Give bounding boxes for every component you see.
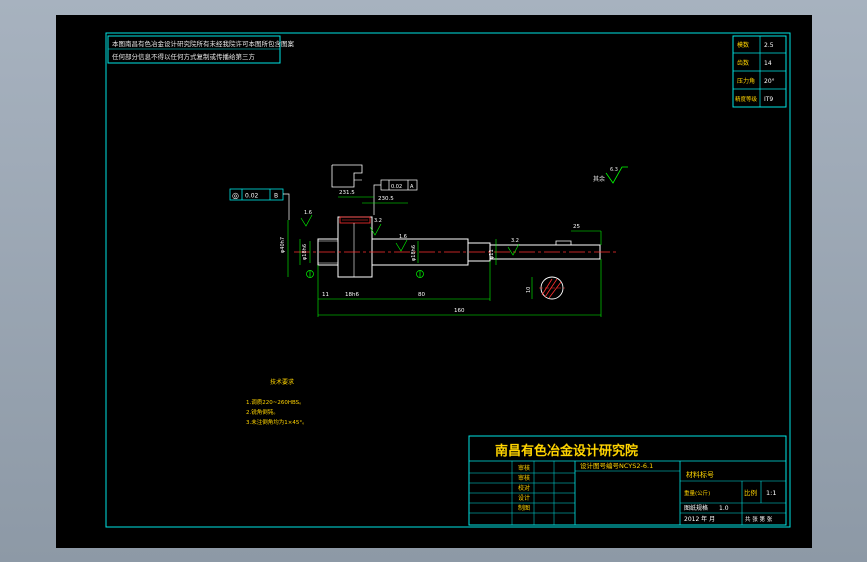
- geometric-tolerance-frame: ◎ 0.02 B: [229, 188, 290, 220]
- role-1: 审核: [518, 464, 530, 472]
- notice-line-1: 本图南昌有色冶金设计研究院所有未经我院许可本图所包含图案: [112, 39, 295, 48]
- scale-label: 比例: [744, 488, 757, 497]
- title-block: 南昌有色冶金设计研究院 设计图号编号NCYS2-6.1 材料标号 重量(公斤) …: [468, 435, 787, 526]
- roughness-note-label: 其余: [593, 175, 605, 183]
- param-value-angle: 20°: [764, 78, 775, 85]
- dim-80: 80: [418, 292, 425, 298]
- cad-viewport: 本图南昌有色冶金设计研究院所有未经我院许可本图所包含图案 任何部分信息不得以任何…: [0, 0, 867, 562]
- dim-230: 230.5: [378, 196, 394, 202]
- drawing-frame: [105, 32, 791, 528]
- dim-section-10: 10: [526, 287, 532, 293]
- dim-160: 160: [454, 308, 465, 314]
- material-label: 材料标号: [686, 470, 714, 479]
- param-value-grade: IT9: [764, 96, 773, 103]
- roughness-2: 3.2: [374, 218, 382, 224]
- param-label-teeth: 齿数: [737, 59, 749, 67]
- param-label-angle: 压力角: [737, 77, 755, 85]
- dim-dia-mid2: φ18h6: [411, 245, 417, 261]
- dim-dia-big: φ40h7: [280, 237, 286, 253]
- runout-value: 0.02: [391, 184, 402, 190]
- dim-11: 11: [322, 292, 329, 298]
- date-value: 2012 年 月: [684, 515, 715, 523]
- dim-dia-small: φ11: [489, 249, 495, 259]
- roughness-1: 1.6: [304, 210, 312, 216]
- drawing-number: 设计图号编号NCYS2-6.1: [580, 461, 653, 470]
- company-name: 南昌有色冶金设计研究院: [495, 443, 638, 459]
- drawing-sheet: 本图南昌有色冶金设计研究院所有未经我院许可本图所包含图案 任何部分信息不得以任何…: [56, 15, 812, 548]
- tech-req-item-3: 3.未注倒角均为1×45°。: [246, 418, 308, 426]
- weight-label: 重量(公斤): [684, 489, 710, 497]
- gear-parameter-table: 模数 2.5 齿数 14 压力角 20° 精度等级 IT9: [732, 35, 787, 108]
- version-value: 1.0: [719, 505, 729, 512]
- param-value-teeth: 14: [764, 60, 772, 67]
- copyright-notice: 本图南昌有色冶金设计研究院所有未经我院许可本图所包含图案 任何部分信息不得以任何…: [107, 35, 295, 64]
- dim-25: 25: [573, 224, 580, 230]
- drawing-spec-label: 图纸规格: [684, 504, 708, 512]
- role-2: 审核: [518, 474, 530, 482]
- roughness-note: 其余 6.3: [593, 166, 628, 184]
- notice-line-2: 任何部分信息不得以任何方式复制或传播给第三方: [112, 52, 256, 61]
- tolerance-datum: B: [274, 193, 278, 200]
- drawing-canvas: 本图南昌有色冶金设计研究院所有未经我院许可本图所包含图案 任何部分信息不得以任何…: [105, 32, 791, 528]
- technical-requirements: 技术要求 1.调质220~260HBS。 2.锐角倒钝。 3.未注倒角均为1×4…: [246, 378, 308, 426]
- tolerance-symbol: ◎: [232, 191, 239, 200]
- param-label-modulus: 模数: [737, 41, 749, 49]
- tech-req-title: 技术要求: [270, 378, 294, 386]
- datum-markers: [306, 270, 424, 278]
- roughness-4: 3.2: [511, 238, 519, 244]
- tolerance-value: 0.02: [245, 193, 259, 200]
- role-3: 校对: [518, 484, 530, 492]
- role-4: 设计: [518, 494, 530, 502]
- sheet-info: 共 张 第 张: [745, 515, 773, 523]
- param-value-modulus: 2.5: [764, 42, 774, 49]
- param-label-grade: 精度等级: [735, 95, 758, 103]
- cross-section: 10: [526, 276, 565, 300]
- roughness-3: 1.6: [399, 234, 407, 240]
- shaft-part: [317, 164, 601, 278]
- scale-value: 1:1: [766, 489, 776, 497]
- tech-req-item-2: 2.锐角倒钝。: [246, 408, 279, 416]
- role-5: 制图: [518, 504, 530, 512]
- dim-18: 18h6: [345, 292, 359, 298]
- dim-231: 231.5: [339, 190, 355, 196]
- roughness-note-value: 6.3: [610, 167, 618, 173]
- dim-dia-mid1: φ18h6: [302, 244, 308, 260]
- runout-datum: A: [410, 184, 414, 190]
- tech-req-item-1: 1.调质220~260HBS。: [246, 398, 305, 406]
